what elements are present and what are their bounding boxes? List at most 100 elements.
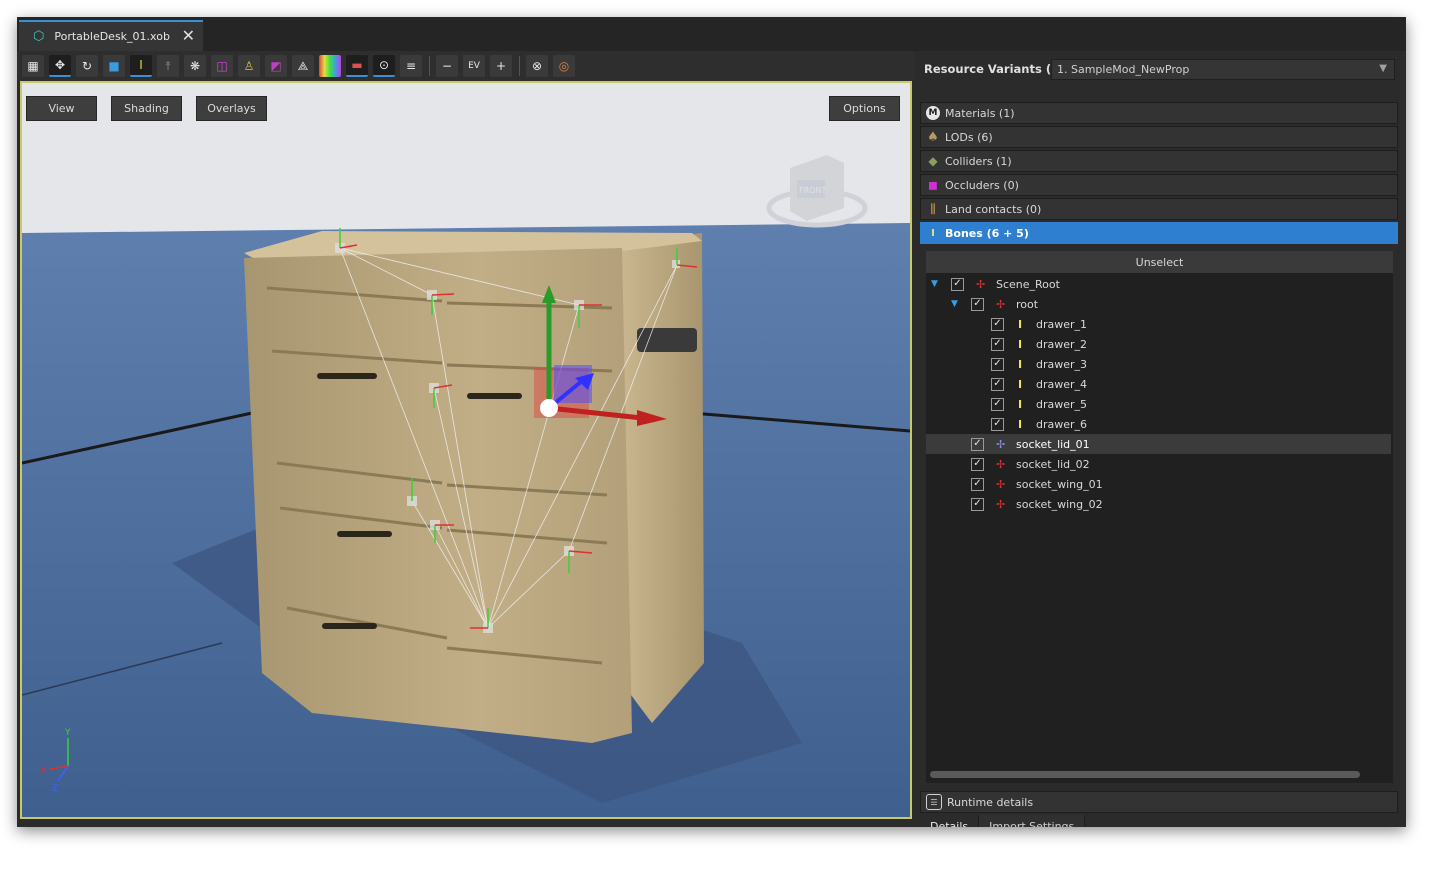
camera-icon[interactable]: ⊗	[526, 55, 548, 77]
tree-row[interactable]: ▼ ✓ ✢ root	[926, 294, 1391, 314]
ev-icon[interactable]: EV	[463, 55, 485, 77]
bone-icon: I	[1018, 317, 1023, 331]
visibility-checkbox[interactable]: ✓	[991, 357, 1004, 371]
visibility-checkbox[interactable]: ✓	[991, 337, 1004, 351]
tree-row[interactable]: ✓ I drawer_6	[926, 414, 1391, 434]
document-tab[interactable]: ⬡ PortableDesk_01.xob ✕	[19, 20, 203, 51]
resource-variant-select[interactable]: 1. SampleMod_NewProp ▼	[1051, 59, 1395, 80]
visibility-checkbox[interactable]: ✓	[991, 377, 1004, 391]
uv-icon[interactable]: ◩	[265, 55, 287, 77]
bone-icon: I	[1018, 337, 1023, 351]
lods-icon: ♠	[927, 129, 939, 145]
visibility-checkbox[interactable]: ✓	[971, 477, 984, 491]
bubbles-icon[interactable]: ❋	[184, 55, 206, 77]
axis-y-label: Y	[64, 728, 71, 738]
socket-icon: ✢	[996, 297, 1006, 311]
section-label: Bones (6 + 5)	[945, 226, 1029, 240]
visibility-checkbox[interactable]: ✓	[991, 417, 1004, 431]
tree-row[interactable]: ▼ ✓ ✢ Scene_Root	[926, 274, 1391, 294]
tree-item-label: socket_wing_01	[1016, 477, 1103, 491]
expand-arrow-icon[interactable]: ▼	[931, 279, 941, 289]
resource-variants-label: Resource Variants (1)	[924, 62, 1065, 76]
expand-arrow-icon[interactable]: ▼	[951, 299, 961, 309]
tree-row-selected[interactable]: ✓ ✢ socket_lid_01	[926, 434, 1391, 454]
move-icon[interactable]: ✥	[49, 55, 71, 77]
bone-icon: I	[1018, 417, 1023, 431]
zoom-in-icon[interactable]: +	[490, 55, 512, 77]
visibility-checkbox[interactable]: ✓	[971, 297, 984, 311]
tree-row[interactable]: ✓ ✢ socket_wing_02	[926, 494, 1391, 514]
runtime-details-section[interactable]: ☰ Runtime details	[920, 791, 1398, 813]
visibility-checkbox[interactable]: ✓	[971, 497, 984, 511]
mouse-icon[interactable]: ⊙	[373, 55, 395, 77]
visibility-checkbox[interactable]: ✓	[951, 277, 964, 291]
rotate-icon[interactable]: ↻	[76, 55, 98, 77]
unselect-button[interactable]: Unselect	[926, 251, 1393, 273]
color-wheel-icon[interactable]: ◎	[553, 55, 575, 77]
view-menu-button[interactable]: View	[26, 96, 97, 121]
materials-icon: M	[926, 106, 940, 120]
axis-z-label: Z	[52, 784, 58, 794]
toolbar-separator	[429, 56, 430, 76]
cube-icon[interactable]: ■	[103, 55, 125, 77]
section-label: Land contacts (0)	[945, 202, 1042, 216]
tree-row[interactable]: ✓ I drawer_4	[926, 374, 1391, 394]
shading-menu-button[interactable]: Shading	[111, 96, 182, 121]
tree-row[interactable]: ✓ I drawer_3	[926, 354, 1391, 374]
tab-details[interactable]: Details	[920, 815, 980, 827]
section-lods[interactable]: ♠ LODs (6)	[920, 126, 1398, 148]
occluders-icon: ◼	[928, 178, 938, 192]
tree-row[interactable]: ✓ I drawer_5	[926, 394, 1391, 414]
crate-side	[622, 233, 704, 723]
tree-item-label: socket_lid_02	[1016, 457, 1090, 471]
socket-icon: ✢	[996, 497, 1006, 511]
wireframe-cube-icon[interactable]: ◫	[211, 55, 233, 77]
lamp-icon[interactable]: ♙	[238, 55, 260, 77]
crate-latch	[637, 328, 697, 352]
socket-icon: ✢	[996, 477, 1006, 491]
list-icon[interactable]: ≡	[400, 55, 422, 77]
section-label: Colliders (1)	[945, 154, 1012, 168]
section-occluders[interactable]: ◼ Occluders (0)	[920, 174, 1398, 196]
section-bones[interactable]: I Bones (6 + 5)	[920, 222, 1398, 244]
bone-icon[interactable]: I	[130, 55, 152, 77]
grid-icon[interactable]: ▦	[22, 55, 44, 77]
tree-item-label: drawer_3	[1036, 357, 1088, 371]
socket-icon: ✢	[996, 437, 1006, 451]
visibility-checkbox[interactable]: ✓	[991, 397, 1004, 411]
tree-item-label: root	[1016, 297, 1039, 311]
tree-row[interactable]: ✓ ✢ socket_lid_02	[926, 454, 1391, 474]
normals-icon[interactable]: ⟁	[292, 55, 314, 77]
tree-item-label: drawer_2	[1036, 337, 1088, 351]
section-label: Occluders (0)	[945, 178, 1019, 192]
bottom-tab-bar: Details Import Settings	[920, 815, 1086, 827]
tab-import-settings[interactable]: Import Settings	[979, 815, 1086, 827]
zoom-out-icon[interactable]: −	[436, 55, 458, 77]
horizontal-scrollbar[interactable]	[930, 771, 1360, 778]
section-materials[interactable]: M Materials (1)	[920, 102, 1398, 124]
tree-item-label: Scene_Root	[996, 277, 1060, 291]
close-icon[interactable]: ✕	[182, 26, 195, 45]
resource-variant-value: 1. SampleMod_NewProp	[1057, 63, 1190, 76]
section-colliders[interactable]: ◆ Colliders (1)	[920, 150, 1398, 172]
mesh-icon: ⬡	[33, 29, 45, 44]
tree-row[interactable]: ✓ ✢ socket_wing_01	[926, 474, 1391, 494]
tree-row[interactable]: ✓ I drawer_1	[926, 314, 1391, 334]
color-bars-icon[interactable]	[319, 55, 341, 77]
3d-viewport[interactable]: FRONT Y X Z View Shading Overlays Option…	[20, 81, 912, 819]
view-cube-label: FRONT	[799, 186, 826, 195]
skeleton-icon[interactable]: ☨	[157, 55, 179, 77]
tree-item-label: drawer_1	[1036, 317, 1088, 331]
horizon-icon[interactable]: ▬	[346, 55, 368, 77]
scene-render[interactable]: FRONT Y X Z	[22, 83, 910, 817]
section-land-contacts[interactable]: ⫼ Land contacts (0)	[920, 198, 1398, 220]
tree-item-label: drawer_4	[1036, 377, 1088, 391]
options-menu-button[interactable]: Options	[829, 96, 900, 121]
tree-item-label: socket_wing_02	[1016, 497, 1103, 511]
axis-x-label: X	[40, 766, 46, 776]
visibility-checkbox[interactable]: ✓	[971, 437, 984, 451]
overlays-menu-button[interactable]: Overlays	[196, 96, 267, 121]
tree-row[interactable]: ✓ I drawer_2	[926, 334, 1391, 354]
visibility-checkbox[interactable]: ✓	[971, 457, 984, 471]
visibility-checkbox[interactable]: ✓	[991, 317, 1004, 331]
